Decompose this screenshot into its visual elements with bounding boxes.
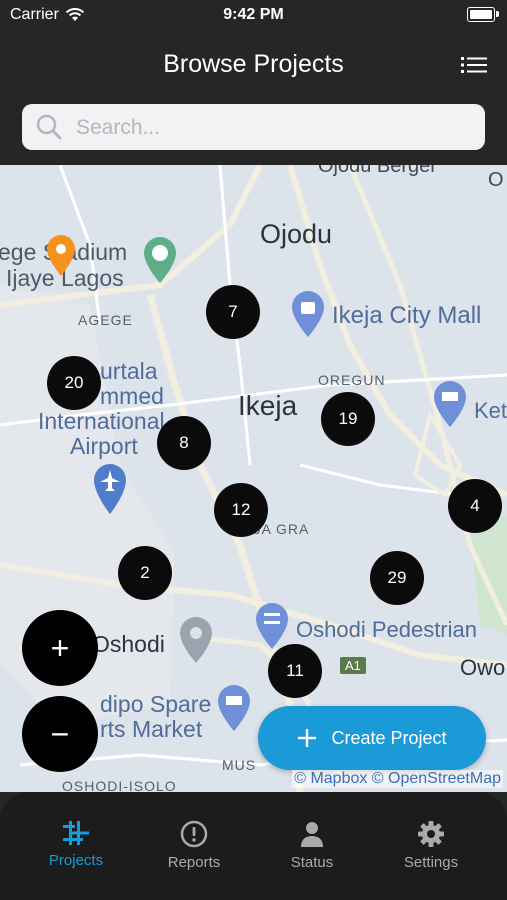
plus-icon	[298, 729, 317, 747]
project-cluster[interactable]: 11	[268, 644, 322, 698]
project-cluster[interactable]: 19	[321, 392, 375, 446]
map-label-ket: Ket	[474, 398, 507, 423]
zoom-in-button[interactable]: +	[22, 610, 98, 686]
shopping-cart-poi-icon	[434, 381, 466, 427]
map-label-oshodi-pedestrian: Oshodi Pedestrian	[296, 617, 477, 642]
tab-label: Reports	[167, 854, 221, 871]
map-label-spare-market-2: rts Market	[100, 716, 203, 742]
tab-settings[interactable]: Settings	[376, 820, 486, 871]
tab-status[interactable]: Status	[257, 820, 367, 871]
map-label-spare-market-1: dipo Spare	[100, 691, 212, 717]
status-bar: Carrier 9:42 PM	[0, 0, 507, 30]
project-cluster[interactable]: 8	[157, 416, 211, 470]
map-label-airport-2: mmed	[100, 383, 164, 409]
map-label-airport-4: Airport	[70, 433, 138, 459]
alert-circle-icon	[180, 820, 208, 848]
map-label-oshodi: Oshodi	[92, 631, 165, 657]
map-label-ikeja-city-mall: Ikeja City Mall	[332, 302, 482, 329]
clock: 9:42 PM	[223, 6, 284, 23]
create-project-button[interactable]: Create Project	[258, 706, 486, 770]
tab-projects[interactable]: Projects	[21, 820, 131, 869]
map-label-a1: A1	[340, 657, 366, 674]
map-label-airport-3: International	[38, 408, 165, 434]
zoom-out-label: −	[50, 716, 70, 752]
create-project-label: Create Project	[331, 727, 447, 748]
map-attribution[interactable]: © Mapbox © OpenStreetMap	[292, 770, 503, 788]
search-input[interactable]	[74, 104, 478, 152]
project-cluster[interactable]: 7	[206, 285, 260, 339]
project-cluster[interactable]: 4	[448, 479, 502, 533]
tab-bar: Projects Reports Status Settings	[0, 792, 507, 900]
map-label-oshodi-isolo: OSHODI-ISOLO	[62, 778, 177, 792]
projects-icon	[63, 821, 89, 845]
project-cluster[interactable]: 2	[118, 546, 172, 600]
project-cluster[interactable]: 12	[214, 483, 268, 537]
map-label-oregun: OREGUN	[318, 372, 386, 388]
tab-label: Projects	[48, 852, 104, 869]
tab-reports[interactable]: Reports	[139, 820, 249, 871]
zoom-in-label: +	[50, 630, 70, 666]
project-cluster[interactable]: 29	[370, 551, 424, 605]
list-icon[interactable]	[461, 56, 487, 74]
map-label-airport-1: urtala	[100, 358, 158, 384]
market-poi-icon	[218, 685, 250, 731]
tab-label: Settings	[403, 854, 459, 871]
search-icon	[36, 114, 62, 140]
zoom-out-button[interactable]: −	[22, 696, 98, 772]
project-cluster[interactable]: 20	[47, 356, 101, 410]
map-label-ojodu-berger: Ojodu Berger	[318, 165, 437, 177]
map-label-o-edge: O	[488, 169, 504, 191]
battery-icon	[467, 7, 499, 22]
bridge-poi-icon	[256, 603, 288, 649]
gear-icon	[418, 821, 444, 847]
mall-poi-icon	[292, 291, 324, 337]
map-label-owo: Owo	[460, 655, 506, 680]
orange-location-marker-icon[interactable]	[46, 235, 76, 277]
map-label-ojodu: Ojodu	[260, 219, 333, 249]
page-title: Browse Projects	[163, 50, 344, 78]
map-view[interactable]: Ojodu Berger O Ojodu ege Stadium Ijaye L…	[0, 165, 507, 792]
map-label-agege: AGEGE	[78, 312, 133, 328]
search-bar[interactable]	[22, 104, 485, 152]
stadium-poi-icon	[144, 237, 176, 283]
map-label-mus: MUS	[222, 757, 257, 773]
location-poi-icon	[180, 617, 212, 663]
tab-label: Status	[290, 854, 334, 871]
map-label-ikeja: Ikeja	[238, 390, 298, 421]
person-icon	[301, 822, 323, 847]
airport-poi-icon	[94, 464, 126, 514]
